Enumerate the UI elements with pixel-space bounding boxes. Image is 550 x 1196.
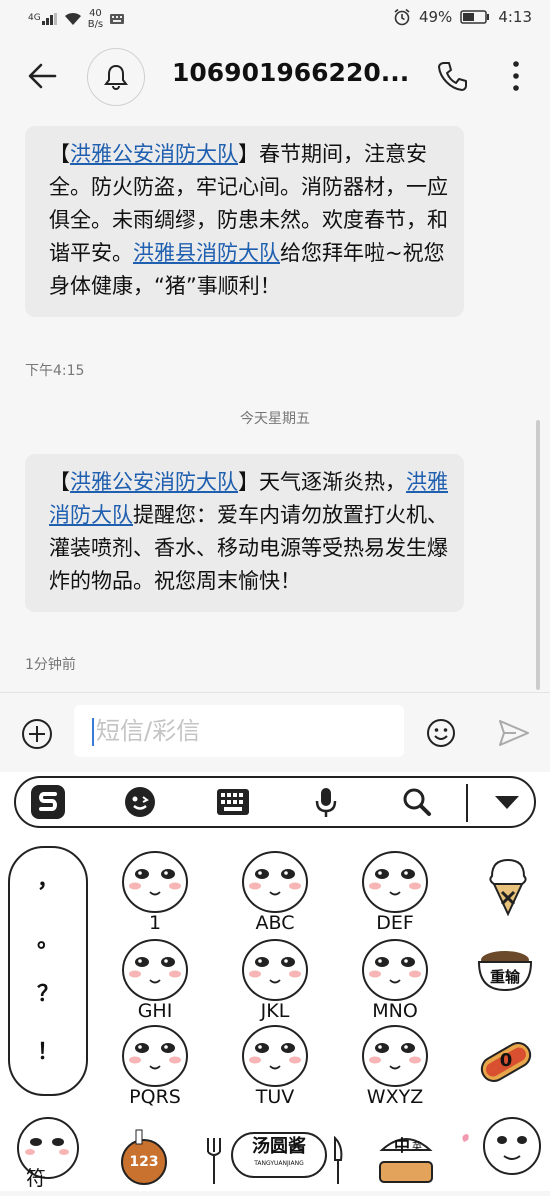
back-arrow-icon[interactable] (25, 58, 61, 94)
language-switch-key[interactable]: 中 英 (374, 1128, 438, 1188)
zero-label: 0 (499, 1050, 513, 1071)
wifi-icon (64, 12, 81, 25)
thread-scrollbar[interactable] (536, 420, 540, 690)
knife-icon (334, 1136, 343, 1184)
battery-percent: 49% (418, 8, 453, 26)
punctuation-key[interactable]: ！ (8, 1034, 88, 1066)
text-cursor (92, 718, 94, 746)
t9-key-label: MNO (372, 1000, 418, 1022)
emoji-icon[interactable] (425, 717, 457, 749)
punctuation-key[interactable]: ？ (8, 976, 88, 1008)
lang-sublabel: 英 (412, 1142, 422, 1153)
add-attachment-icon[interactable] (20, 717, 54, 751)
space-key[interactable]: 汤圆酱 TANGYUANJIANG (205, 1116, 345, 1192)
t9-key-label: JKL (260, 1000, 290, 1022)
battery-icon (460, 10, 490, 24)
t9-key-label: WXYZ (366, 1086, 424, 1108)
conversation-header: 106901966220... (0, 40, 550, 112)
keyboard-status-icon (110, 14, 125, 24)
mascot-face-icon (122, 851, 188, 913)
t9-key[interactable]: PQRS (100, 1020, 210, 1108)
mascot-face-icon (122, 1025, 188, 1087)
collapse-keyboard-icon[interactable] (494, 795, 520, 811)
mascot-heart-sticker (462, 1117, 541, 1175)
keyboard-layout-icon[interactable] (216, 788, 250, 816)
search-icon[interactable] (402, 787, 432, 817)
t9-key[interactable]: MNO (340, 934, 450, 1022)
ice-cream-backspace-key[interactable] (478, 852, 538, 922)
keyboard-bottom-row: 符 123 汤圆酱 TANGYUANJIANG 中 英 (0, 1106, 550, 1191)
symbols-label: 符 (26, 1166, 46, 1190)
message-time: 下午4:15 (25, 363, 85, 379)
t9-key[interactable]: ABC (220, 846, 330, 934)
space-sublabel: TANGYUANJIANG (254, 1160, 304, 1167)
message-bubble[interactable]: 【洪雅公安消防大队】春节期间，注意安全。防火防盗，牢记心间。消防器材，一应俱全。… (25, 126, 464, 317)
mascot-face-icon (242, 851, 308, 913)
message-placeholder: 短信/彩信 (96, 717, 201, 745)
symbols-key[interactable]: 符 (8, 1112, 88, 1192)
bell-icon (104, 64, 128, 90)
mascot-face-icon (17, 1117, 79, 1179)
more-menu-icon[interactable] (508, 58, 524, 94)
message-text: 【 (49, 142, 70, 166)
t9-key-label: PQRS (129, 1086, 181, 1108)
mascot-face-icon (242, 1025, 308, 1087)
zero-key[interactable]: 0 (474, 1030, 538, 1094)
message-time: 1分钟前 (25, 657, 76, 673)
keyboard-toolbar (14, 776, 536, 828)
t9-key[interactable]: DEF (340, 846, 450, 934)
signal-icon: 4G (28, 13, 58, 25)
t9-key-label: 1 (148, 912, 162, 934)
emoticon-icon[interactable] (124, 786, 156, 818)
phone-icon[interactable] (437, 60, 469, 92)
sogou-logo-icon[interactable] (30, 784, 66, 820)
notification-button[interactable] (87, 48, 145, 106)
punctuation-key[interactable]: ， (8, 862, 88, 894)
network-speed: 40 B/s (87, 8, 104, 30)
alarm-icon (394, 8, 410, 26)
toolbar-divider (466, 784, 468, 822)
t9-key[interactable]: TUV (220, 1020, 330, 1108)
numbers-label: 123 (129, 1154, 159, 1170)
mascot-face-icon (362, 1025, 428, 1087)
composer: 短信/彩信 (0, 692, 550, 773)
day-separator: 今天星期五 (240, 411, 310, 427)
punctuation-column: ， 。 ？ ！ (8, 846, 88, 1096)
message-link[interactable]: 洪雅公安消防大队 (70, 470, 238, 494)
t9-key-label: GHI (137, 1000, 173, 1022)
message-link[interactable]: 洪雅县消防大队 (133, 241, 280, 265)
space-label: 汤圆酱 (252, 1136, 306, 1157)
backspace-label: 重输 (489, 968, 520, 986)
lang-label: 中 (394, 1136, 411, 1155)
microphone-icon[interactable] (314, 786, 338, 820)
t9-key[interactable]: JKL (220, 934, 330, 1022)
fork-icon (207, 1138, 221, 1184)
status-bar: 4G 40 B/s 49% 4:13 (0, 0, 550, 40)
message-link[interactable]: 洪雅公安消防大队 (70, 142, 238, 166)
message-text: 【 (49, 470, 70, 494)
backspace-bowl-key[interactable]: 重输 (470, 940, 540, 1010)
mascot-face-icon (362, 851, 428, 913)
send-icon[interactable] (498, 719, 530, 747)
mascot-face-icon (122, 939, 188, 1001)
network-type: 4G (28, 13, 41, 23)
message-input[interactable]: 短信/彩信 (74, 705, 404, 757)
message-thread[interactable]: 【洪雅公安消防大队】春节期间，注意安全。防火防盗，牢记心间。消防器材，一应俱全。… (0, 112, 550, 692)
mascot-face-icon (362, 939, 428, 1001)
message-text: 】天气逐渐炎热， (238, 470, 406, 494)
numbers-key[interactable]: 123 (116, 1126, 172, 1186)
t9-key[interactable]: GHI (100, 934, 210, 1022)
clock: 4:13 (498, 8, 532, 26)
message-bubble[interactable]: 【洪雅公安消防大队】天气逐渐炎热，洪雅消防大队提醒您：爱车内请勿放置打火机、灌装… (25, 454, 464, 612)
t9-key-label: DEF (376, 912, 414, 934)
t9-key[interactable]: WXYZ (340, 1020, 450, 1108)
contact-title: 106901966220... (172, 58, 410, 87)
t9-key-label: ABC (255, 912, 295, 934)
t9-key-label: TUV (255, 1086, 295, 1108)
mascot-face-icon (242, 939, 308, 1001)
punctuation-key[interactable]: 。 (8, 922, 88, 954)
space-bar: 汤圆酱 TANGYUANJIANG (231, 1132, 327, 1178)
t9-key[interactable]: 1 (100, 846, 210, 934)
